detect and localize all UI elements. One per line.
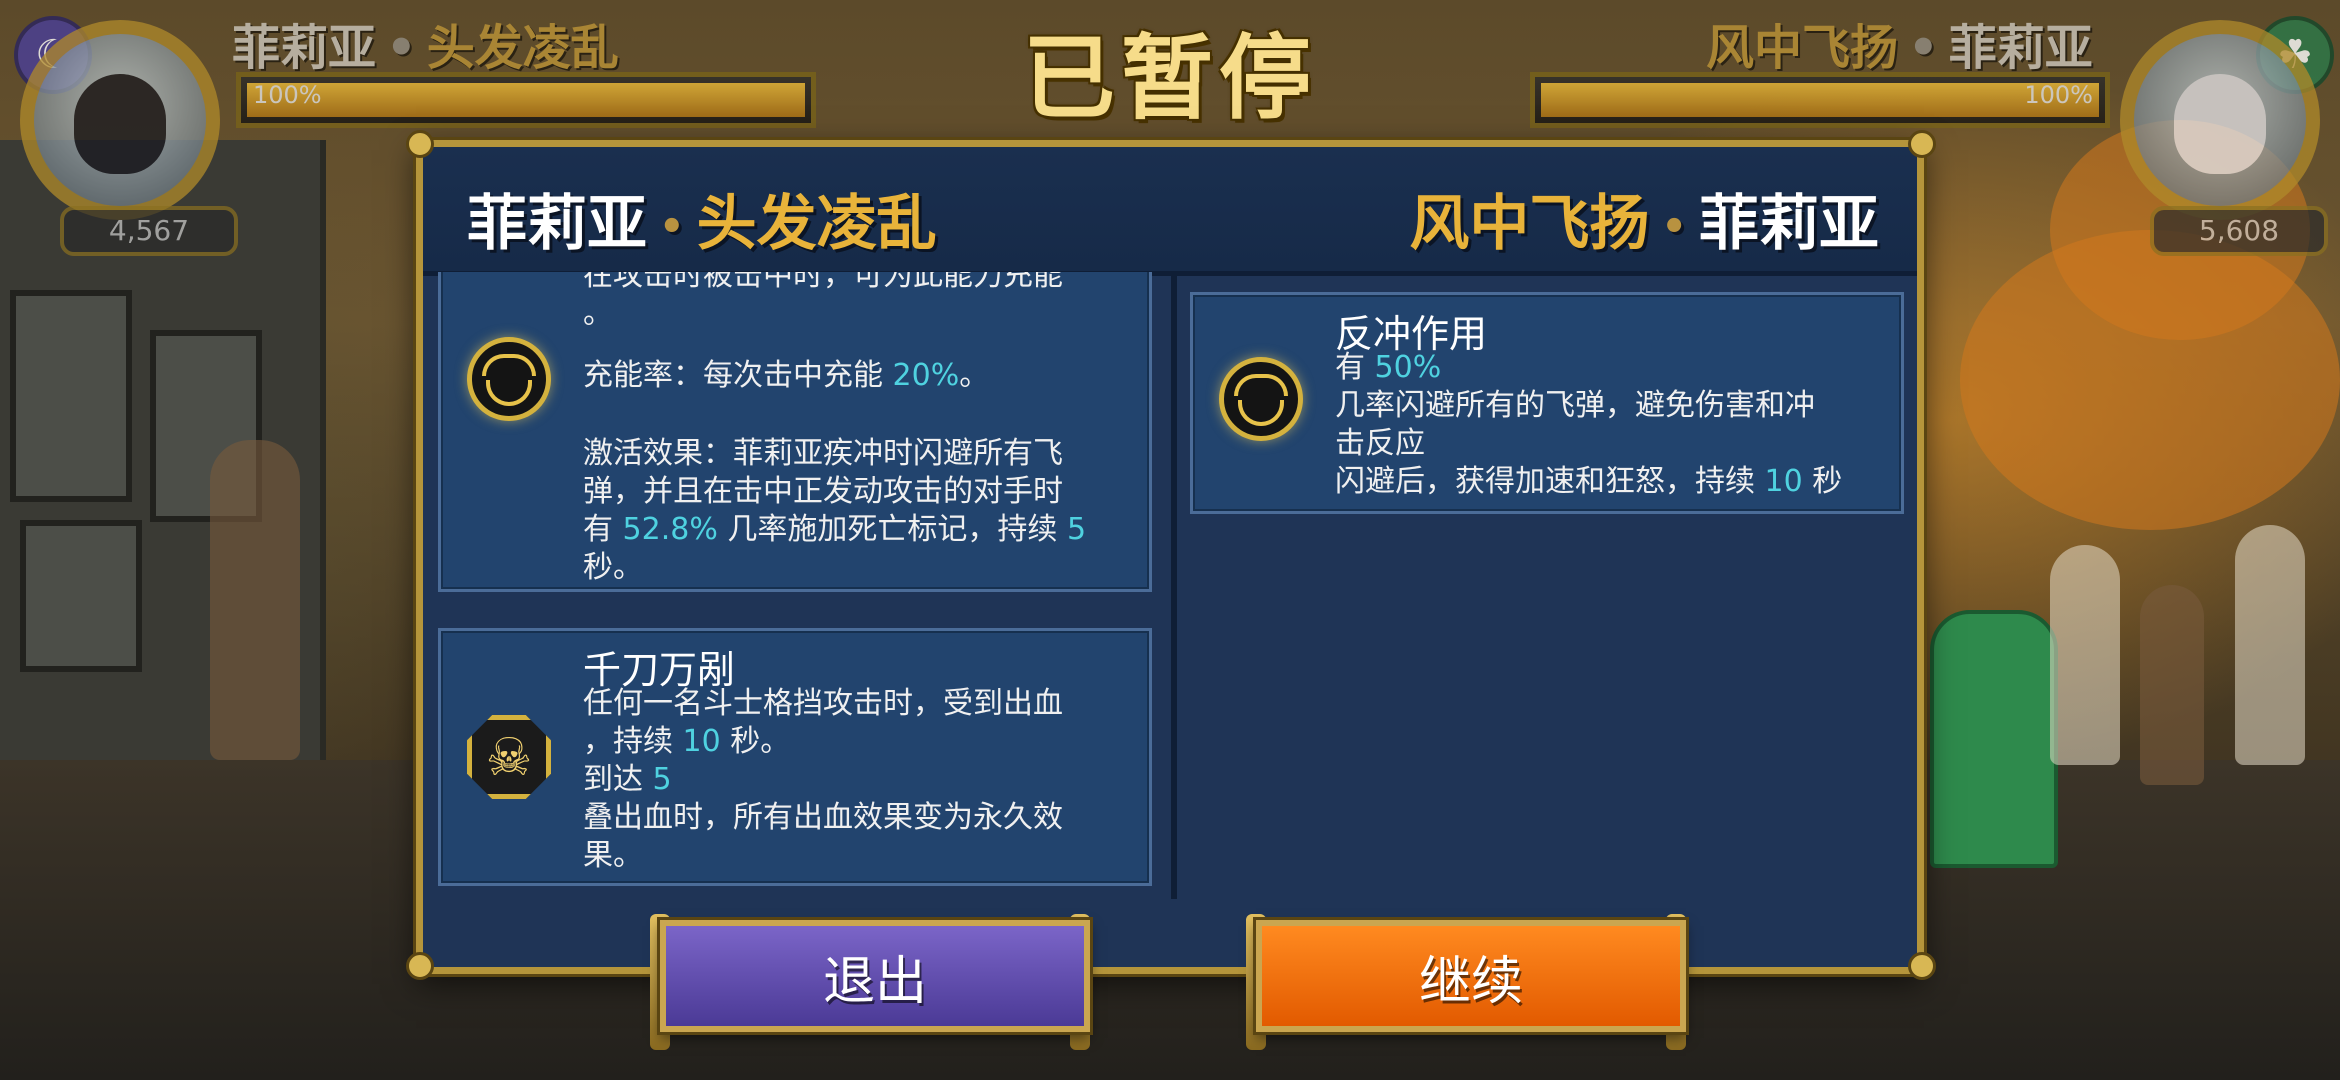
stack-pre: 到达 [583,762,643,797]
stack-value: 5 [652,762,672,797]
header-right-name: 菲莉亚 [1699,189,1879,259]
ability-text: 在攻击时被击中时，可为此能力充能 [583,272,1063,293]
separator-dot: • [659,204,685,251]
right-score: 5,608 [2150,206,2328,256]
skull-glyph: ☠ [485,728,533,788]
bleed-end: 秒。 [730,724,791,759]
dodge-effect-line: 闪避后，获得加速和狂怒，持续 10 秒 [1335,463,1842,501]
dodge-effect-end: 秒 [1812,464,1843,499]
icon-jaw [486,380,532,406]
ability-text: 击反应 [1335,426,1425,461]
panel-rivet [1908,952,1936,980]
header-left-fighter: 菲莉亚 • 头发凌乱 [467,175,937,262]
header-right-fighter: 风中飞扬 • 菲莉亚 [1409,175,1879,262]
panel-rivet [406,952,434,980]
background-mailbox [1930,610,2058,868]
charge-rate-value: 20% [892,358,960,393]
left-score: 4,567 [60,206,238,256]
dodge-chance-value: 50% [1374,350,1442,385]
bleed-duration-value: 10 [682,724,721,759]
dodge-effect-duration: 10 [1764,464,1803,499]
background-window [10,290,132,502]
ability-text: 弹，并且在击中正发动攻击的对手时 [583,474,1063,509]
charge-rate-end: 。 [959,358,990,393]
column-divider [1171,273,1177,899]
ability-text: 激活效果：菲莉亚疾冲时闪避所有飞 [583,436,1063,471]
ability-text: 几率闪避所有的飞弹，避免伤害和冲 [1335,388,1815,423]
header-left-name: 菲莉亚 [467,189,647,259]
separator-dot: • [1661,204,1687,251]
bleed-stack-line: 到达 5 [583,761,672,799]
effect-duration-value: 5 [1066,512,1087,547]
panel-header: 菲莉亚 • 头发凌乱 风中飞扬 • 菲莉亚 [423,147,1917,276]
ability-card-recoil: 反冲作用 有 50% 几率闪避所有的飞弹，避免伤害和冲 击反应 闪避后，获得加速… [1190,292,1904,514]
ability-text: 任何一名斗士格挡攻击时，受到出血 [583,686,1063,721]
effect-pre: 有 [583,512,613,547]
header-right-variant: 风中飞扬 [1409,189,1650,259]
effect-mid: 几率施加死亡标记，持续 [727,512,1058,547]
dodge-effect-pre: 闪避后，获得加速和狂怒，持续 [1335,464,1755,499]
bleed-duration-line: ，持续 10 秒。 [583,723,790,761]
bleed-pre: ，持续 [583,724,673,759]
dodge-pre: 有 [1335,350,1365,385]
icon-teeth [1234,374,1288,396]
ability-card-dash: 在攻击时被击中时，可为此能力充能 。 充能率：每次击中充能 20%。 激活效果：… [438,272,1152,592]
background-npc [2050,545,2120,765]
continue-button[interactable]: 继续 [1256,920,1686,1032]
ability-text: 。 [583,296,613,331]
paused-title: 已暂停 [1022,25,1317,132]
left-ability-scroll[interactable]: 在攻击时被击中时，可为此能力充能 。 充能率：每次击中充能 20%。 激活效果：… [438,272,1152,612]
header-left-variant: 头发凌乱 [696,189,937,259]
dodge-chance-line: 有 50% [1335,349,1441,387]
skull-icon: ☠ [467,715,551,799]
panel-rivet [1908,130,1936,158]
grin-mask-icon [467,337,551,421]
exit-button[interactable]: 退出 [660,920,1090,1032]
ability-text: 秒。 [583,550,643,585]
background-npc [2235,525,2305,765]
icon-teeth [482,354,536,376]
icon-jaw [1238,400,1284,426]
panel-rivet [406,130,434,158]
background-npc [2140,585,2204,785]
background-npc [210,440,300,760]
ability-card-bleed: 千刀万剐 ☠ 任何一名斗士格挡攻击时，受到出血 ，持续 10 秒。 到达 5 叠… [438,628,1152,886]
effect-chance-value: 52.8% [622,512,718,547]
ability-text: 叠出血时，所有出血效果变为永久效 [583,800,1063,835]
grin-mask-icon [1219,357,1303,441]
ability-text: 果。 [583,838,643,873]
background-window [20,520,142,672]
charge-rate-label: 充能率：每次击中充能 [583,358,883,393]
effect-chance-line: 有 52.8% 几率施加死亡标记，持续 5 [583,511,1086,549]
charge-rate-line: 充能率：每次击中充能 20%。 [583,357,989,395]
